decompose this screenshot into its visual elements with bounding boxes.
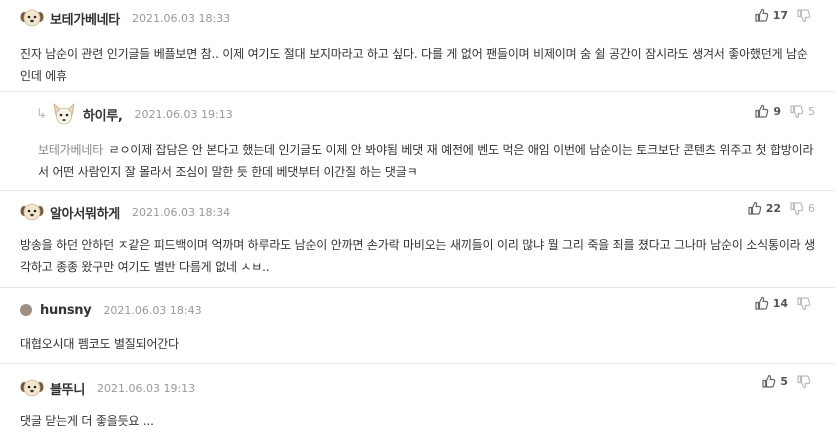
thumbs-down-icon [796,8,811,23]
thumbs-down-icon [789,201,804,216]
comment-date: 2021.06.03 18:33 [131,11,231,25]
dislike-button[interactable] [796,8,815,23]
like-count: 17 [772,9,788,22]
dislike-button[interactable]: 5 [789,104,815,119]
comment-text: 댓글 닫는게 더 좋을듯요 ... [20,414,154,428]
comment-text: 방송을 하던 안하던 ㅈ같은 피드백이며 억까며 하루라도 남순이 안까면 손가… [20,238,815,274]
comment-item: 블뚜니 2021.06.03 19:13 5 댓글 닫는게 더 좋을듯요 ... [0,364,835,438]
comment-votes: 22 6 [747,201,815,216]
like-count: 9 [773,105,781,118]
comment-author[interactable]: 블뚜니 [50,379,85,398]
like-count: 22 [765,202,781,215]
dislike-button[interactable] [796,296,815,311]
dog-face-icon[interactable] [20,376,44,400]
dislike-button[interactable]: 6 [789,201,815,216]
reply-arrow-icon: ↳ [36,106,47,122]
comment-author[interactable]: 하이루, [83,105,123,124]
comment-author[interactable]: 보테가베네타 [50,9,120,28]
comment-author[interactable]: 알아서뭐하게 [50,203,120,222]
comment-date: 2021.06.03 18:43 [103,303,202,317]
comment-header: ↳ 하이루, 2021.06.03 19:13 [36,103,233,125]
reply-item: ↳ 하이루, 2021.06.03 19:13 9 5 보테가베네타 ㄹㅇ이제 … [0,92,835,191]
thumbs-up-icon [754,296,769,311]
comment-item: 보테가베네타 2021.06.03 18:33 17 진자 남순이 관련 인기글… [0,0,835,92]
comment-header: hunsny 2021.06.03 18:43 [20,299,202,321]
comment-header: 알아서뭐하게 2021.06.03 18:34 [20,201,230,223]
thumbs-up-icon [754,8,769,23]
thumbs-up-icon [761,374,776,389]
dog-face-icon[interactable] [20,6,44,30]
like-button[interactable]: 22 [747,201,781,216]
comment-date: 2021.06.03 19:13 [134,107,233,121]
thumbs-up-icon [747,201,762,216]
default-avatar-icon[interactable] [20,304,32,316]
comment-votes: 17 [754,8,815,23]
dislike-button[interactable] [796,374,815,389]
comment-votes: 5 [761,374,815,389]
like-button[interactable]: 9 [754,104,781,119]
comment-header: 블뚜니 2021.06.03 19:13 [20,377,195,399]
like-count: 5 [780,375,788,388]
comment-votes: 9 5 [754,104,815,119]
thumbs-down-icon [796,296,811,311]
chihuahua-icon[interactable] [51,101,77,127]
thumbs-down-icon [789,104,804,119]
thumbs-up-icon [754,104,769,119]
comment-text: 보테가베네타 ㄹㅇ이제 잡담은 안 본다고 했는데 인기글도 이제 안 봐야됨 … [38,139,815,183]
comment-text: 진자 남순이 관련 인기글들 베플보면 참.. 이제 여기도 절대 보지마라고 … [20,47,808,83]
comment-date: 2021.06.03 19:13 [96,381,196,395]
like-button[interactable]: 14 [754,296,788,311]
reply-target[interactable]: 보테가베네타 [38,143,103,157]
comment-text: 대협오시대 펨코도 별질되어간다 [20,337,179,351]
thumbs-down-icon [796,374,811,389]
dislike-count: 5 [808,105,815,118]
comment-list: 보테가베네타 2021.06.03 18:33 17 진자 남순이 관련 인기글… [0,0,835,438]
reply-body: ㄹㅇ이제 잡담은 안 본다고 했는데 인기글도 이제 안 봐야됨 베댓 재 예전… [38,143,814,179]
like-button[interactable]: 17 [754,8,788,23]
comment-header: 보테가베네타 2021.06.03 18:33 [20,7,230,29]
comment-author[interactable]: hunsny [40,303,92,318]
comment-item: 알아서뭐하게 2021.06.03 18:34 22 6 방송을 하던 안하던 … [0,191,835,288]
like-count: 14 [772,297,788,310]
comment-item: hunsny 2021.06.03 18:43 14 대협오시대 펨코도 별질되… [0,288,835,364]
comment-votes: 14 [754,296,815,311]
dog-face-icon[interactable] [20,200,44,224]
like-button[interactable]: 5 [761,374,788,389]
dislike-count: 6 [808,202,815,215]
comment-date: 2021.06.03 18:34 [131,205,231,219]
